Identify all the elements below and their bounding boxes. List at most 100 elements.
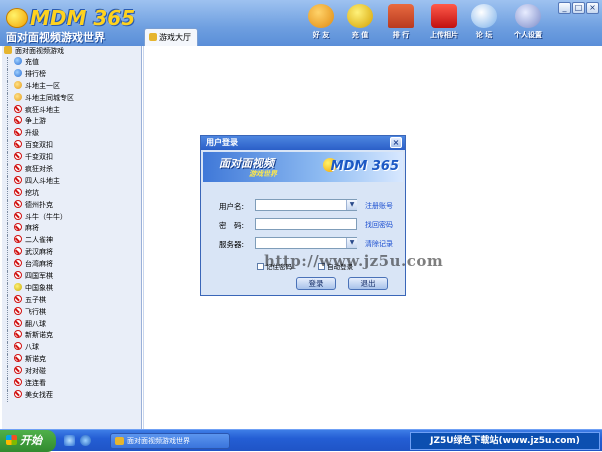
forgot-password-link[interactable]: 找回密码 (365, 220, 393, 230)
no-entry-icon (14, 306, 22, 315)
no-entry-icon (14, 152, 22, 161)
face-icon (14, 80, 22, 89)
camera-icon (431, 4, 457, 28)
nav-label: 上传相片 (430, 31, 458, 39)
watermark-text: http://www.jz5u.com (264, 252, 444, 270)
sidebar-item[interactable]: 充值 (2, 57, 141, 69)
sidebar-item[interactable]: 争上游 (2, 116, 141, 129)
nav-friends-button[interactable]: 好 友 (301, 4, 341, 40)
tree-root[interactable]: 面对面视频游戏 (2, 46, 141, 57)
sidebar-item-label: 中国象棋 (25, 283, 53, 292)
nav-recharge-button[interactable]: 充 值 (340, 4, 380, 40)
no-entry-icon (14, 199, 22, 208)
chat-icon (471, 4, 497, 28)
username-row: 用户名: ▼ 注册账号 (203, 198, 403, 214)
sidebar-item[interactable]: 斗牛（牛牛） (2, 211, 141, 224)
maximize-button[interactable]: □ (572, 2, 585, 14)
sidebar-item[interactable]: 武汉麻将 (2, 247, 141, 260)
nav-forum-button[interactable]: 论 坛 (464, 4, 504, 40)
task-label: 面对面视频游戏世界 (127, 437, 190, 445)
sidebar-item-label: 千变双扣 (25, 153, 53, 162)
sidebar-item-label: 翻八球 (25, 319, 46, 328)
nav-settings-button[interactable]: 个人设置 (508, 4, 548, 40)
server-select[interactable] (255, 237, 357, 249)
sidebar-item[interactable]: 升级 (2, 128, 141, 141)
browser-quicklaunch-icon[interactable] (80, 435, 91, 446)
logo-ball-icon (6, 8, 28, 28)
no-entry-icon (14, 164, 22, 173)
sidebar-item[interactable]: 二人雀神 (2, 235, 141, 248)
server-label: 服务器: (219, 240, 245, 249)
clear-records-link[interactable]: 清除记录 (365, 239, 393, 249)
sidebar-item-label: 对对碰 (25, 367, 46, 376)
sidebar-item[interactable]: 中国象棋 (2, 282, 141, 295)
sidebar-item[interactable]: 麻将 (2, 223, 141, 236)
sidebar-item[interactable]: 排行榜 (2, 68, 141, 81)
sidebar-item[interactable]: 疯狂斗地主 (2, 104, 141, 117)
dialog-titlebar[interactable]: 用户登录 × (201, 136, 405, 150)
server-dropdown-icon[interactable]: ▼ (346, 238, 357, 248)
sidebar-item[interactable]: 斗地主一区 (2, 80, 141, 93)
no-entry-icon (14, 175, 22, 184)
server-row: 服务器: ▼ 清除记录 (203, 236, 403, 252)
taskbar-app-button[interactable]: 面对面视频游戏世界 (110, 433, 230, 449)
nav-upload-photo-button[interactable]: 上传相片 (424, 4, 464, 40)
sidebar-item[interactable]: 千变双扣 (2, 152, 141, 164)
sidebar-item[interactable]: 五子棋 (2, 294, 141, 307)
no-entry-icon (14, 330, 22, 339)
remember-password-checkbox[interactable] (257, 263, 264, 270)
login-button[interactable]: 登录 (296, 277, 336, 290)
no-entry-icon (14, 294, 22, 303)
sidebar-item-label: 争上游 (25, 117, 46, 126)
nav-ranking-button[interactable]: 排 行 (381, 4, 421, 40)
minimize-button[interactable]: _ (558, 2, 571, 14)
globe-icon (14, 57, 22, 65)
username-input[interactable] (255, 199, 357, 211)
sidebar-item[interactable]: 百变双扣 (2, 140, 141, 153)
sidebar-item[interactable]: 连连看 (2, 378, 141, 390)
nav-label: 排 行 (392, 31, 410, 39)
sidebar-item-label: 新斯诺克 (25, 331, 53, 340)
start-button[interactable]: 开始 (0, 430, 56, 452)
username-dropdown-icon[interactable]: ▼ (346, 200, 357, 210)
sidebar-item[interactable]: 对对碰 (2, 366, 141, 378)
sidebar-item[interactable]: 德州扑克 (2, 199, 141, 212)
no-entry-icon (14, 389, 22, 398)
sidebar-item[interactable]: 台湾麻将 (2, 259, 141, 271)
sidebar-item-label: 疯狂对杀 (25, 165, 53, 174)
nav-label: 个人设置 (514, 31, 542, 39)
sidebar-item[interactable]: 四国军棋 (2, 271, 141, 283)
sidebar-item-label: 充值 (25, 58, 39, 66)
dialog-close-button[interactable]: × (390, 137, 402, 148)
sidebar-item-label: 二人雀神 (25, 236, 53, 245)
exit-button[interactable]: 退出 (348, 277, 388, 290)
no-entry-icon (14, 235, 22, 244)
taskbar: 开始 面对面视频游戏世界 JZ5U绿色下载站(www.jz5u.com) (0, 429, 602, 452)
sidebar-item[interactable]: 美女找茬 (2, 389, 141, 402)
sidebar-item[interactable]: 飞行棋 (2, 306, 141, 319)
sidebar-item[interactable]: 新斯诺克 (2, 330, 141, 343)
tab-game-lobby[interactable]: 游戏大厅 (144, 28, 198, 46)
no-entry-icon (14, 354, 22, 363)
folder-icon (4, 46, 12, 54)
logo-subtitle: 面对面视频游戏世界 (6, 31, 105, 44)
sidebar-item[interactable]: 翻八球 (2, 318, 141, 331)
sidebar-item[interactable]: 斗地主同城专区 (2, 92, 141, 105)
sidebar-item[interactable]: 八球 (2, 342, 141, 355)
lobby-icon (149, 33, 157, 41)
sidebar-item-label: 连连看 (25, 379, 46, 388)
close-button[interactable]: × (586, 2, 599, 14)
windows-flag-icon (6, 435, 17, 445)
no-entry-icon (14, 187, 22, 196)
house-icon (388, 4, 414, 28)
sidebar-item[interactable]: 四人斗地主 (2, 175, 141, 188)
desktop-quicklaunch-icon[interactable] (64, 435, 75, 446)
password-input[interactable] (255, 218, 357, 230)
window-controls: _ □ × (557, 2, 599, 14)
no-entry-icon (14, 259, 22, 268)
sidebar-item[interactable]: 疯狂对杀 (2, 164, 141, 176)
sidebar-item[interactable]: 斯诺克 (2, 354, 141, 367)
no-entry-icon (14, 116, 22, 125)
register-link[interactable]: 注册账号 (365, 201, 393, 211)
sidebar-item[interactable]: 挖坑 (2, 187, 141, 200)
